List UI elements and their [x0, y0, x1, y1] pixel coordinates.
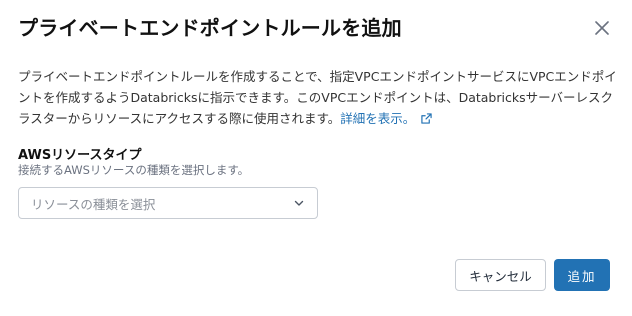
- chevron-down-icon: [294, 200, 304, 206]
- close-icon: [595, 21, 609, 35]
- dialog-description: プライベートエンドポイントルールを作成することで、指定VPCエンドポイントサービ…: [18, 66, 618, 129]
- close-button[interactable]: [588, 14, 616, 42]
- learn-more-link[interactable]: 詳細を表示。: [340, 111, 432, 126]
- resource-type-label: AWSリソースタイプ: [18, 148, 142, 163]
- add-private-endpoint-rule-dialog: プライベートエンドポイントルールを追加 プライベートエンドポイントルールを作成す…: [0, 0, 632, 316]
- resource-type-help-text: 接続するAWSリソースの種類を選択します。: [18, 163, 250, 177]
- learn-more-link-text: 詳細を表示。: [340, 111, 416, 126]
- external-link-icon: [421, 113, 432, 124]
- resource-type-select[interactable]: リソースの種類を選択: [18, 187, 318, 219]
- cancel-button[interactable]: キャンセル: [455, 259, 546, 291]
- resource-type-placeholder: リソースの種類を選択: [31, 196, 156, 212]
- description-text: プライベートエンドポイントルールを作成することで、指定VPCエンドポイントサービ…: [18, 69, 617, 126]
- dialog-title: プライベートエンドポイントルールを追加: [18, 16, 402, 40]
- add-button[interactable]: 追加: [554, 259, 610, 291]
